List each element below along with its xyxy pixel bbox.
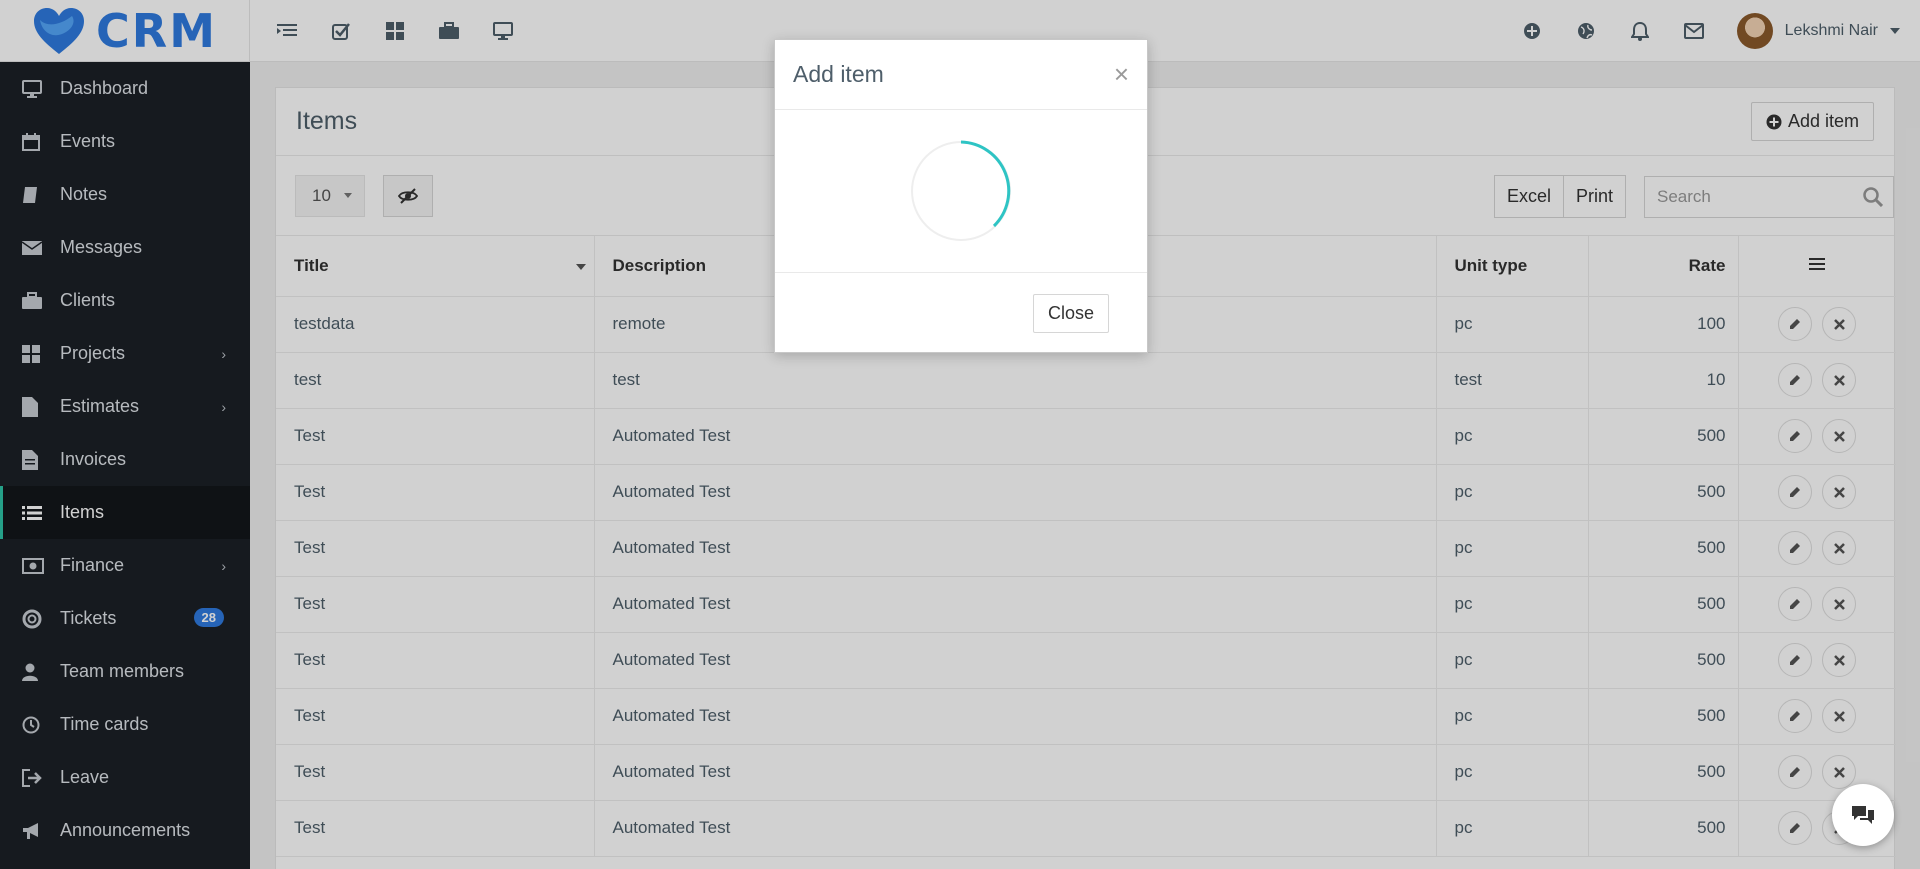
add-item-modal: Add item × Close [774,39,1148,353]
modal-title: Add item [793,61,884,87]
modal-footer: Close [775,273,1147,353]
modal-body [775,110,1147,273]
chat-widget-button[interactable] [1832,784,1894,846]
close-button[interactable]: Close [1032,293,1109,333]
close-icon[interactable]: × [1114,59,1129,90]
loading-spinner-icon [911,140,1011,241]
chat-icon [1852,806,1874,824]
modal-header: Add item × [775,40,1147,110]
